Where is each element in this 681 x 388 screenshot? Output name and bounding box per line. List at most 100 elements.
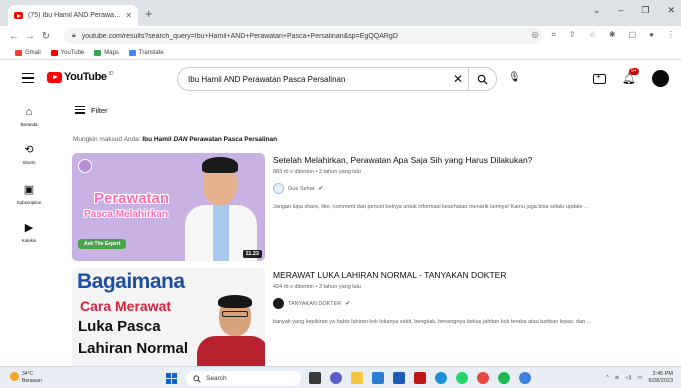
home-icon: ⌂ — [25, 106, 33, 118]
address-url: youtube.com/results?search_query=Ibu+Ham… — [81, 32, 398, 40]
thumbnail-text: Lahiran Normal — [78, 340, 189, 357]
bookmark-gmail[interactable]: Gmail — [15, 49, 41, 56]
taskbar-apps — [309, 372, 531, 384]
search-box: ✕ — [177, 67, 497, 91]
sidebar-item-library[interactable]: ▶ Koleksi — [0, 221, 58, 243]
video-duration: 11.23 — [242, 250, 262, 258]
search-icon — [477, 74, 488, 85]
video-description: banyak yang kepikiran ya habis lahiran k… — [273, 319, 592, 325]
volume-icon[interactable]: ◁) — [625, 375, 631, 381]
forward-icon[interactable]: → — [22, 31, 38, 42]
thumbnail-text: Cara Merawat — [80, 298, 172, 314]
weather-widget[interactable]: 34°C Berawan — [10, 371, 42, 385]
gmail-icon — [15, 49, 22, 56]
translate-bookmark-icon — [128, 49, 136, 56]
bookmark-youtube[interactable]: YouTube — [50, 49, 84, 56]
sidebar-item-subscriptions[interactable]: ▣ Subscription — [0, 183, 58, 205]
thumbnail-text: Luka Pasca — [78, 318, 161, 335]
video-thumbnail[interactable]: Perawatan Pasca Melahirkan Ask The Exper… — [72, 153, 265, 261]
toolbar-actions: ◎ ⌗ ⇪ ☆ ✱ ▢ ● ⋮ — [532, 30, 675, 40]
video-thumbnail[interactable]: Bagaimana Cara Merawat Luka Pasca Lahira… — [72, 268, 265, 376]
tab-close-icon[interactable]: ✕ — [125, 11, 132, 20]
search-button[interactable] — [468, 68, 496, 90]
start-button[interactable] — [166, 373, 177, 384]
file-explorer-icon[interactable] — [351, 372, 363, 384]
lock-icon[interactable]: 🔒︎ — [72, 32, 76, 40]
bookmark-star-icon[interactable]: ☆ — [589, 30, 596, 40]
create-icon[interactable] — [593, 72, 607, 84]
battery-icon[interactable]: ▭ — [637, 375, 642, 381]
translate-icon[interactable]: ⌗ — [552, 30, 557, 40]
notifications-bell-icon[interactable]: 🔔︎ 9+ — [622, 68, 639, 85]
clear-search-icon[interactable]: ✕ — [448, 72, 468, 86]
library-icon: ▶ — [24, 222, 34, 234]
word-icon[interactable] — [393, 372, 405, 384]
video-title[interactable]: MERAWAT LUKA LAHIRAN NORMAL - TANYAKAN D… — [273, 270, 653, 281]
video-title[interactable]: Setelah Melahirkan, Perawatan Apa Saja S… — [273, 155, 653, 166]
edge-icon[interactable] — [435, 372, 447, 384]
thumbnail-text: Bagaimana — [77, 270, 185, 293]
filter-button[interactable]: Filter — [75, 106, 108, 116]
browser-toolbar: ← → ↻ 🔒︎ youtube.com/results?search_quer… — [0, 26, 681, 46]
system-tray: ^ ≋ ◁) ▭ 3:45 PM 6/28/2023 — [606, 371, 673, 385]
maximize-icon[interactable]: ❐ — [641, 5, 649, 16]
subscriptions-icon: ▣ — [23, 184, 35, 196]
mcafee-icon[interactable] — [414, 372, 426, 384]
video-description: Jangan lupa share, like, comment dan pen… — [273, 204, 589, 210]
channel-avatar[interactable] — [273, 183, 284, 194]
address-bar[interactable]: 🔒︎ youtube.com/results?search_query=Ibu+… — [64, 28, 542, 44]
extensions-icon[interactable]: ✱ — [609, 30, 616, 40]
bookmark-maps[interactable]: Maps — [94, 49, 119, 56]
chevron-up-icon[interactable]: ^ — [606, 375, 609, 381]
google-lens-icon[interactable]: ◎ — [532, 30, 539, 40]
browser-menu-icon[interactable]: ⋮ — [667, 30, 675, 40]
youtube-sidebar: ⌂ Beranda ⟲ Shorts ▣ Subscription ▶ Kole… — [0, 96, 58, 366]
channel-link[interactable]: Gue Sehat ✔ — [273, 183, 653, 194]
video-info: MERAWAT LUKA LAHIRAN NORMAL - TANYAKAN D… — [273, 268, 653, 325]
thumbnail-badge: Ask The Expert — [78, 239, 127, 249]
bookmarks-bar: Gmail YouTube Maps Translate — [0, 46, 681, 60]
search-input[interactable] — [188, 74, 448, 84]
verified-icon: ✔ — [318, 186, 324, 192]
close-window-icon[interactable]: ✕ — [667, 5, 675, 16]
video-meta: 424 rb x ditonton • 3 tahun yang lalu — [273, 284, 361, 290]
back-icon[interactable]: ← — [6, 31, 22, 42]
clock[interactable]: 3:45 PM 6/28/2023 — [649, 371, 673, 385]
youtube-logo[interactable]: YouTube ID — [47, 71, 114, 83]
thumbnail-text: Perawatan — [94, 190, 170, 207]
profile-icon[interactable]: ● — [649, 30, 654, 40]
reload-icon[interactable]: ↻ — [38, 31, 54, 42]
weather-icon — [10, 372, 19, 381]
spotify-icon[interactable] — [498, 372, 510, 384]
channel-name: Gue Sehat — [288, 185, 315, 192]
bookmark-translate[interactable]: Translate — [128, 49, 164, 56]
minimize-icon[interactable]: – — [618, 5, 623, 16]
new-tab-icon[interactable]: + — [145, 7, 153, 20]
thumbnail-text: Pasca Melahirkan — [84, 209, 168, 220]
sidepanel-icon[interactable]: ▢ — [629, 30, 637, 40]
share-icon[interactable]: ⇪ — [569, 30, 576, 40]
microphone-icon[interactable]: 🎙︎ — [508, 72, 521, 83]
tab-search-icon[interactable]: ⌄ — [593, 5, 601, 16]
menu-icon[interactable] — [22, 73, 34, 86]
browser-tabstrip: (75) Ibu Hamil AND Perawatan Pas... ✕ + … — [0, 0, 681, 26]
chat-icon[interactable] — [330, 372, 342, 384]
wifi-icon[interactable]: ≋ — [615, 375, 620, 381]
window-controls: ⌄ – ❐ ✕ — [593, 5, 675, 16]
store-icon[interactable] — [372, 372, 384, 384]
channel-avatar[interactable] — [273, 298, 284, 309]
taskbar-search[interactable]: Search — [186, 371, 301, 386]
browser-tab[interactable]: (75) Ibu Hamil AND Perawatan Pas... ✕ — [8, 5, 138, 26]
avatar[interactable] — [652, 70, 669, 87]
channel-watermark-icon — [78, 159, 92, 173]
shorts-icon: ⟲ — [24, 144, 34, 156]
app-icon[interactable] — [519, 372, 531, 384]
task-view-icon[interactable] — [309, 372, 321, 384]
sidebar-item-shorts[interactable]: ⟲ Shorts — [0, 143, 58, 165]
sidebar-item-home[interactable]: ⌂ Beranda — [0, 106, 58, 127]
chrome-icon[interactable] — [477, 372, 489, 384]
channel-link[interactable]: TANYAKAN DOKTER ✔ — [273, 298, 653, 309]
did-you-mean-link[interactable]: Ibu Hamil DAN Perawatan Pasca Persalinan — [142, 136, 277, 143]
whatsapp-icon[interactable] — [456, 372, 468, 384]
maps-icon — [94, 49, 102, 56]
